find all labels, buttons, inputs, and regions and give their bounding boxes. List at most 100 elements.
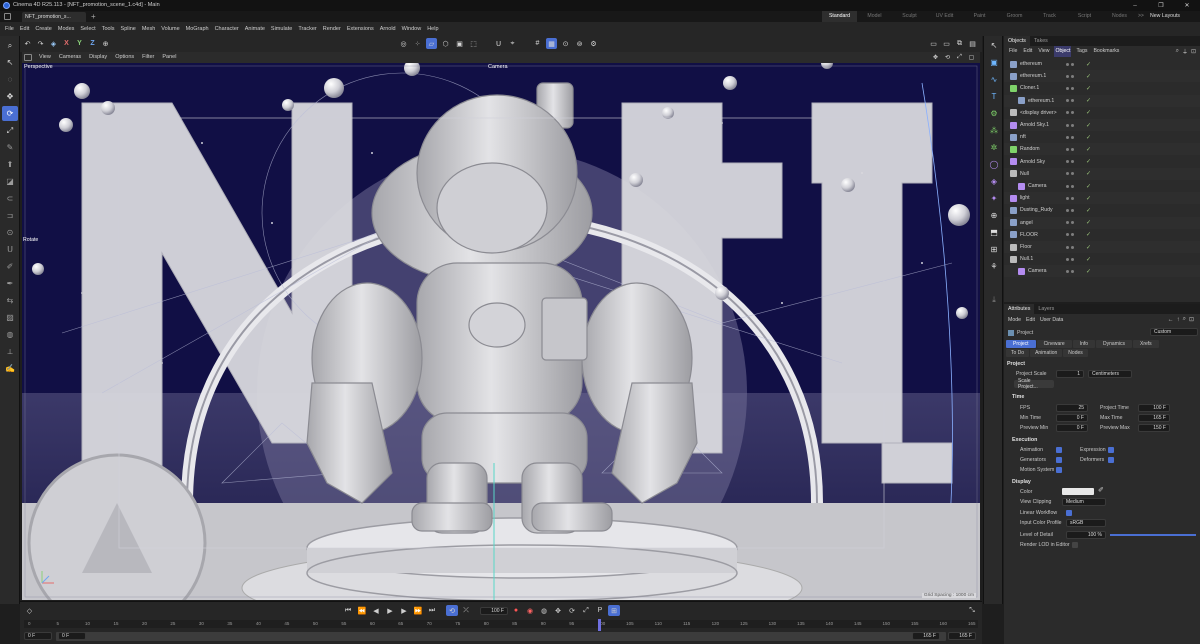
enabled-check-icon[interactable]: ✓: [1086, 244, 1091, 251]
editor-visibility-dot[interactable]: [1066, 208, 1069, 212]
visibility-dots[interactable]: [1066, 168, 1080, 180]
enabled-check-icon[interactable]: ✓: [1086, 231, 1091, 238]
magnet-tool-icon[interactable]: Ս: [2, 242, 18, 257]
enabled-check-icon[interactable]: ✓: [1086, 207, 1091, 214]
home-icon[interactable]: [4, 13, 11, 20]
layout-script[interactable]: Script: [1067, 11, 1102, 22]
menu-extensions[interactable]: Extensions: [344, 22, 377, 36]
level-of-detail-field[interactable]: 100 %: [1066, 531, 1106, 539]
editor-visibility-dot[interactable]: [1066, 147, 1069, 151]
timeline-playhead[interactable]: [597, 619, 601, 631]
editor-visibility-dot[interactable]: [1066, 160, 1069, 164]
max-time-field[interactable]: 165 F: [1138, 414, 1170, 422]
visibility-dots[interactable]: [1066, 192, 1080, 204]
editor-visibility-dot[interactable]: [1066, 62, 1069, 66]
menu-window[interactable]: Window: [399, 22, 425, 36]
object-row[interactable]: Arnold Sky.1 ✓: [1004, 119, 1200, 131]
render-visibility-dot[interactable]: [1071, 160, 1074, 164]
menu-mograph[interactable]: MoGraph: [183, 22, 212, 36]
cloner-icon[interactable]: ⁂: [986, 123, 1002, 138]
next-frame-icon[interactable]: ▶: [398, 605, 410, 616]
project-scale-unit[interactable]: Centimeters: [1088, 370, 1132, 378]
attributes-menu-mode[interactable]: Mode: [1008, 315, 1021, 326]
render-visibility-dot[interactable]: [1071, 123, 1074, 127]
model-mode-icon[interactable]: ◎: [398, 38, 409, 49]
subtab-xrefs[interactable]: Xrefs: [1132, 340, 1159, 348]
eyedropper-icon[interactable]: ✐: [1098, 486, 1104, 494]
key-param-icon[interactable]: P: [594, 605, 606, 616]
viewport-menu-panel[interactable]: Panel: [159, 52, 179, 63]
project-scale-field[interactable]: 1: [1056, 370, 1084, 378]
camera-view-icon[interactable]: ▭: [928, 38, 939, 49]
subtab-animation[interactable]: Animation: [1030, 349, 1063, 357]
axis-y-button[interactable]: Y: [74, 38, 85, 49]
layout-track[interactable]: Track: [1032, 11, 1067, 22]
object-row[interactable]: Null ✓: [1004, 167, 1200, 180]
material-icon[interactable]: ⬒: [986, 225, 1002, 240]
attributes-menu-user-data[interactable]: User Data: [1040, 315, 1063, 326]
level-of-detail-slider[interactable]: [1110, 534, 1196, 536]
go-to-end-icon[interactable]: ⏭: [426, 605, 438, 616]
zoom-view-icon[interactable]: ⤢: [955, 53, 964, 62]
autokey-button[interactable]: ◉: [524, 605, 536, 616]
tab-attributes[interactable]: Attributes: [1004, 304, 1035, 314]
preview-range-bar[interactable]: [56, 632, 946, 641]
editor-visibility-dot[interactable]: [1066, 269, 1069, 273]
render-visibility-dot[interactable]: [1071, 245, 1074, 249]
text-icon[interactable]: T: [986, 89, 1002, 104]
render-visibility-dot[interactable]: [1071, 147, 1074, 151]
up-arrow-icon[interactable]: ↑: [1177, 317, 1180, 323]
rotate-icon[interactable]: ⟳: [2, 106, 18, 121]
menu-render[interactable]: Render: [320, 22, 344, 36]
editor-visibility-dot[interactable]: [1066, 221, 1069, 225]
orbit-view-icon[interactable]: ⟲: [943, 53, 952, 62]
render-visibility-dot[interactable]: [1071, 135, 1074, 139]
search-icon[interactable]: ⌕: [2, 38, 18, 53]
subtab-cineware[interactable]: Cineware: [1036, 340, 1072, 348]
object-row[interactable]: Camera ✓: [1004, 265, 1200, 278]
magnet-icon[interactable]: Ս: [493, 38, 504, 49]
preview-end-field[interactable]: 165 F: [912, 632, 940, 640]
editor-visibility-dot[interactable]: [1066, 74, 1069, 78]
camera-icon[interactable]: ◈: [986, 174, 1002, 189]
object-row[interactable]: angel ✓: [1004, 216, 1200, 229]
bevel-icon[interactable]: ◪: [2, 174, 18, 189]
render-settings-icon[interactable]: ⚙: [588, 38, 599, 49]
layout-uv-edit[interactable]: UV Edit: [927, 11, 962, 22]
object-row[interactable]: Floor ✓: [1004, 241, 1200, 253]
deformers-checkbox[interactable]: [1108, 457, 1114, 463]
layout-groom[interactable]: Groom: [997, 11, 1032, 22]
color-swatch[interactable]: [1062, 488, 1094, 495]
editor-visibility-dot[interactable]: [1066, 245, 1069, 249]
editor-visibility-dot[interactable]: [1066, 196, 1069, 200]
visibility-dots[interactable]: [1066, 70, 1080, 82]
render-lod-checkbox[interactable]: [1072, 542, 1078, 548]
uv-mode-icon[interactable]: ▣: [454, 38, 465, 49]
objects-menu-tags[interactable]: Tags: [1075, 46, 1088, 57]
maximize-view-icon[interactable]: ▢: [967, 53, 976, 62]
render-visibility-dot[interactable]: [1071, 196, 1074, 200]
fps-field[interactable]: 25: [1056, 404, 1088, 412]
viewport-menu-options[interactable]: Options: [112, 52, 137, 63]
layout-model[interactable]: Model: [857, 11, 892, 22]
tab-layers[interactable]: Layers: [1034, 304, 1058, 314]
menu-mesh[interactable]: Mesh: [139, 22, 158, 36]
menu-tracker[interactable]: Tracker: [295, 22, 319, 36]
preview-max-field[interactable]: 150 F: [1138, 424, 1170, 432]
menu-simulate[interactable]: Simulate: [268, 22, 295, 36]
maximize-button[interactable]: ❐: [1148, 0, 1174, 11]
deformer-icon[interactable]: ✲: [986, 140, 1002, 155]
enabled-check-icon[interactable]: ✓: [1086, 122, 1091, 129]
view-clipping-dropdown[interactable]: Medium: [1062, 498, 1106, 506]
keyframe-selection-icon[interactable]: ◍: [538, 605, 550, 616]
render-visibility-dot[interactable]: [1071, 269, 1074, 273]
points-mode-icon[interactable]: ⁘: [412, 38, 423, 49]
render-icon[interactable]: ⊚: [574, 38, 585, 49]
filter-icon[interactable]: ⏚: [1182, 47, 1188, 56]
enabled-check-icon[interactable]: ✓: [1086, 256, 1091, 263]
visibility-dots[interactable]: [1066, 82, 1080, 94]
subtab-to-do[interactable]: To Do: [1006, 349, 1030, 357]
menu-file[interactable]: File: [2, 22, 17, 36]
object-row[interactable]: Random ✓: [1004, 143, 1200, 156]
object-row[interactable]: FLOOR ✓: [1004, 229, 1200, 241]
